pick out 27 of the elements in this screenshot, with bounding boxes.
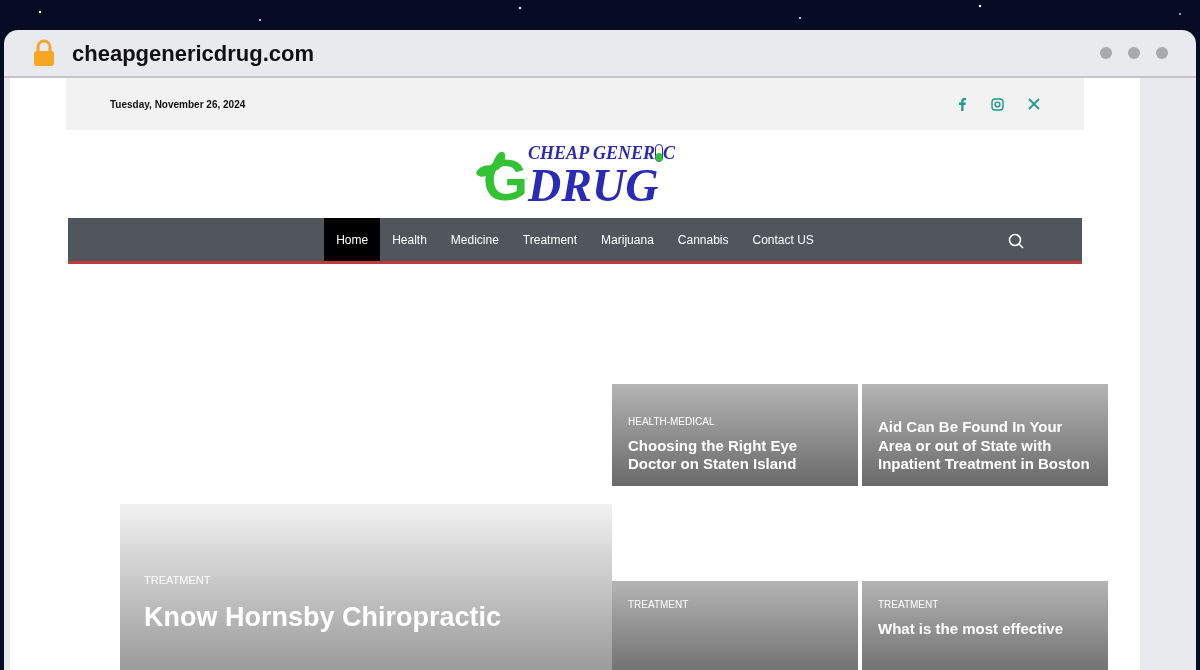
article-title: Choosing the Right Eye Doctor on Staten Island [628,436,799,474]
nav-link[interactable]: Cannabis [665,218,741,261]
address-text[interactable]: cheapgenericdrug.com [72,36,315,70]
category-label: TREATMENT [628,598,690,612]
search-icon[interactable] [1008,233,1024,249]
date-text: Tuesday, November 26, 2024 [110,97,246,112]
nav-link[interactable]: Treatment [510,218,590,261]
pill-icon [655,144,663,162]
article-title: Know Hornsby Chiropractic [144,600,503,634]
category-label: TREATMENT [878,598,940,612]
article-title: Aid Can Be Found In Your Area or out of State with Inpatient Treatment in Boston [878,417,1091,474]
nav-link[interactable]: Home [324,218,381,261]
x-icon[interactable] [1028,98,1040,110]
article-card[interactable]: Aid Can Be Found In Your Area or out of State with Inpatient Treatment in Boston [862,384,1108,486]
lock-icon [32,39,56,67]
nav-link[interactable]: Medicine [438,218,511,261]
logo-tagline: CHEAP GENER [528,141,655,165]
article-title: What is the most effective [878,620,1065,639]
nav-link[interactable]: Contact US [740,218,826,261]
category-label: HEALTH-MEDICAL [628,414,716,429]
article-card[interactable]: HEALTH-MEDICAL Choosing the Right Eye Doctor on Staten Island [612,384,858,486]
facebook-icon[interactable] [957,97,967,111]
nav-link[interactable]: Health [380,218,439,261]
logo-wordmark: DRUG [528,162,660,209]
nav-link[interactable]: Marijuana [589,218,666,261]
logo-tagline: C [663,141,675,165]
instagram-icon[interactable] [991,97,1004,111]
